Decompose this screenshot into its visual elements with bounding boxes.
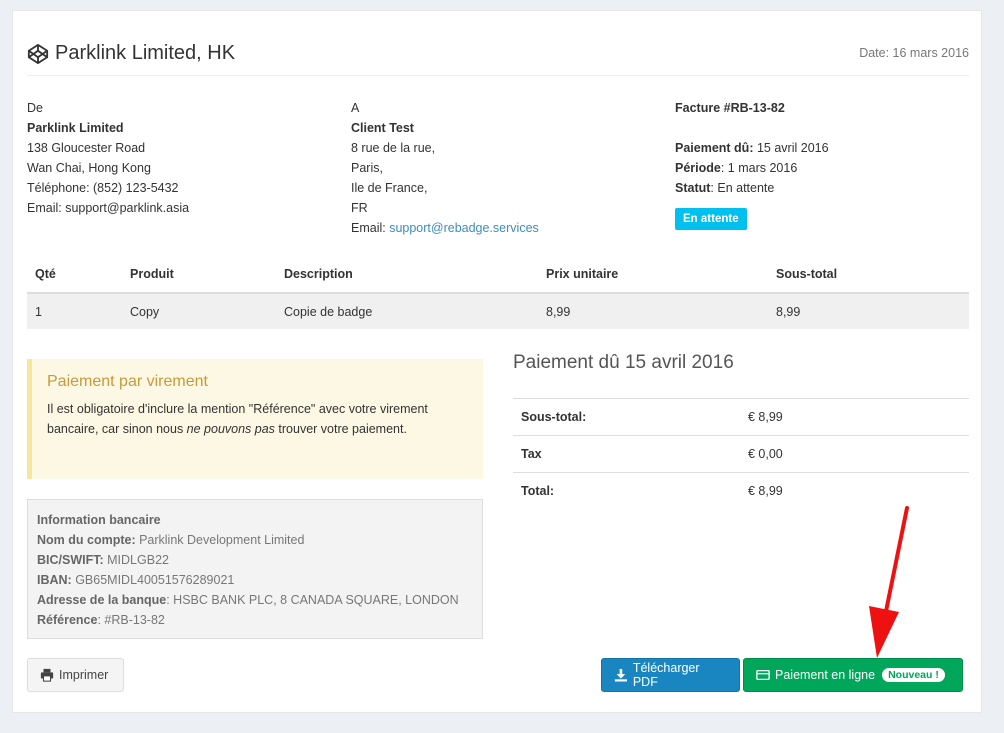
total-value: € 8,99 [740, 472, 969, 510]
to-region: Ile de France, [351, 181, 428, 195]
from-address2: Wan Chai, Hong Kong [27, 161, 151, 175]
col-qty: Qté [27, 256, 122, 294]
to-label: A [351, 101, 360, 115]
invoice-header: Parklink Limited, HK Date: 16 mars 2016 [27, 39, 969, 76]
red-arrow-annotation [869, 506, 909, 658]
credit-card-icon [756, 669, 770, 681]
bank-account-value: Parklink Development Limited [135, 533, 305, 547]
to-email-link[interactable]: support@rebadge.services [389, 221, 539, 235]
cell-subtotal: 8,99 [768, 293, 969, 329]
online-payment-button[interactable]: Paiement en ligne Nouveau ! [743, 658, 963, 692]
callout-text: Il est obligatoire d'inclure la mention … [47, 399, 467, 439]
due-value: 15 avril 2016 [753, 141, 829, 155]
print-icon [40, 668, 54, 682]
table-row: 1 Copy Copie de badge 8,99 8,99 [27, 293, 969, 329]
to-country: FR [351, 201, 368, 215]
bank-account-label: Nom du compte: [37, 533, 136, 547]
items-header-row: Qté Produit Description Prix unitaire So… [27, 256, 969, 294]
bank-bic-label: BIC/SWIFT: [37, 553, 104, 567]
from-address: De Parklink Limited 138 Gloucester Road … [27, 98, 189, 218]
status-label: Statut [675, 181, 711, 195]
col-product: Produit [122, 256, 276, 294]
wire-transfer-callout: Paiement par virement Il est obligatoire… [27, 359, 483, 479]
to-email-label: Email: [351, 221, 390, 235]
from-email: Email: support@parklink.asia [27, 201, 190, 215]
total-label: Total: [513, 472, 740, 510]
bank-address-value: : HSBC BANK PLC, 8 CANADA SQUARE, LONDON [166, 593, 459, 607]
online-payment-label: Paiement en ligne [775, 668, 876, 682]
invoice-number: Facture #RB-13-82 [675, 101, 785, 115]
due-label: Paiement dû: [675, 141, 754, 155]
cell-unit-price: 8,99 [538, 293, 768, 329]
to-city: Paris, [351, 161, 383, 175]
download-pdf-button[interactable]: Télécharger PDF [601, 658, 740, 692]
bank-address-label: Adresse de la banque [37, 593, 167, 607]
callout-title: Paiement par virement [47, 373, 208, 390]
company-title: Parklink Limited, HK [55, 42, 236, 64]
bank-info: Information bancaire Nom du compte: Park… [27, 499, 483, 639]
callout-text-emphasis: ne pouvons pas [186, 422, 275, 436]
bank-bic-value: MIDLGB22 [103, 553, 169, 567]
from-label: De [27, 101, 43, 115]
col-unit-price: Prix unitaire [538, 256, 768, 294]
bank-title: Information bancaire [37, 513, 161, 527]
cell-qty: 1 [27, 293, 122, 329]
tax-label: Tax [513, 435, 740, 473]
print-button[interactable]: Imprimer [27, 658, 124, 692]
table-row: Total: € 8,99 [513, 472, 969, 510]
subtotal-value: € 8,99 [740, 398, 969, 436]
from-phone: Téléphone: (852) 123-5432 [27, 181, 179, 195]
cell-product: Copy [122, 293, 276, 329]
callout-text-after: trouver votre paiement. [274, 422, 407, 436]
cell-description: Copie de badge [276, 293, 538, 329]
invoice-date: Date: 16 mars 2016 [859, 46, 969, 60]
bank-iban-value: GB65MIDL40051576289021 [71, 573, 235, 587]
subtotal-label: Sous-total: [513, 398, 740, 436]
tax-value: € 0,00 [740, 435, 969, 473]
to-name: Client Test [351, 121, 414, 135]
bank-ref-value: : #RB-13-82 [97, 613, 165, 627]
period-label: Période [675, 161, 721, 175]
bank-ref-label: Référence [37, 613, 98, 627]
invoice-info: Facture #RB-13-82 Paiement dû: 15 avril … [675, 98, 829, 230]
bank-iban-label: IBAN: [37, 573, 72, 587]
company-brand: Parklink Limited, HK [27, 42, 235, 65]
table-row: Sous-total: € 8,99 [513, 398, 969, 436]
codepen-icon [27, 43, 49, 64]
to-address: A Client Test 8 rue de la rue, Paris, Il… [351, 98, 539, 238]
items-table: Qté Produit Description Prix unitaire So… [27, 256, 969, 329]
totals-table: Sous-total: € 8,99 Tax € 0,00 Total: € 8… [513, 398, 969, 510]
period-value: : 1 mars 2016 [720, 161, 798, 175]
col-description: Description [276, 256, 538, 294]
col-subtotal: Sous-total [768, 256, 969, 294]
table-row: Tax € 0,00 [513, 435, 969, 473]
download-pdf-label: Télécharger PDF [632, 661, 700, 689]
print-label: Imprimer [59, 668, 109, 682]
payment-due-title: Paiement dû 15 avril 2016 [513, 352, 734, 373]
new-badge: Nouveau ! [882, 668, 945, 682]
from-address1: 138 Gloucester Road [27, 141, 146, 155]
download-icon [614, 668, 627, 682]
status-badge: En attente [675, 208, 747, 230]
status-value: : En attente [710, 181, 775, 195]
to-address1: 8 rue de la rue, [351, 141, 436, 155]
invoice-panel: Parklink Limited, HK Date: 16 mars 2016 … [12, 10, 982, 713]
from-name: Parklink Limited [27, 121, 124, 135]
